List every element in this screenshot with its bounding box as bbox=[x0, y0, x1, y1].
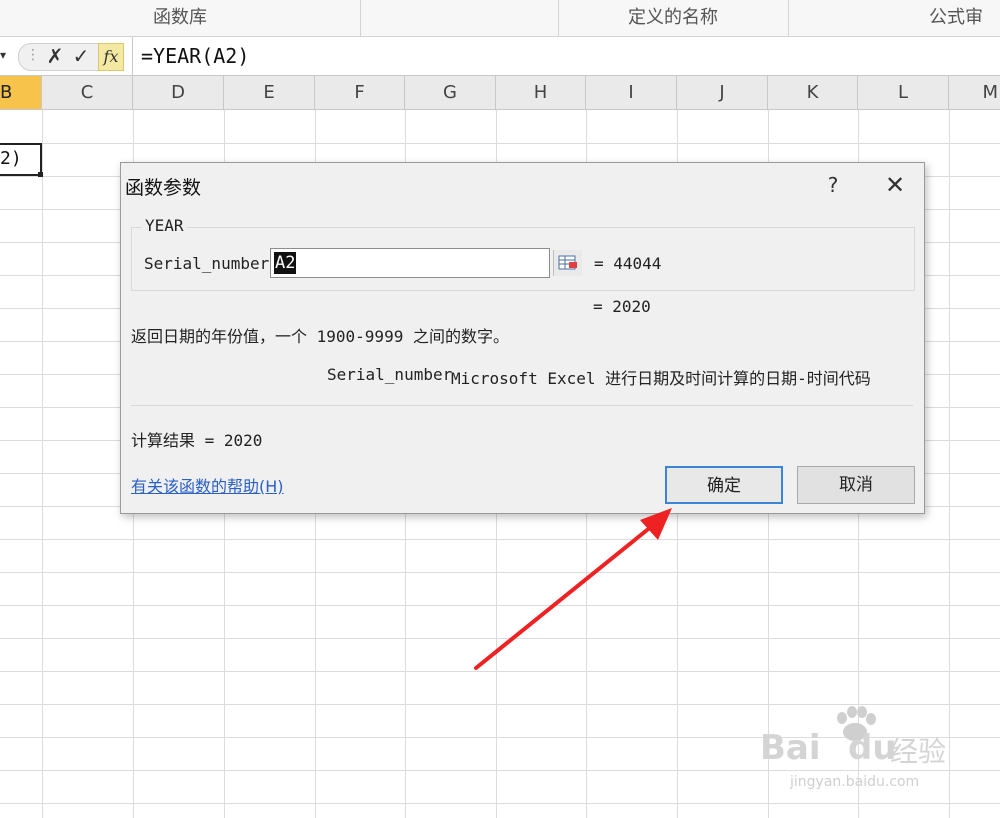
watermark-brand: Bai bbox=[760, 728, 821, 768]
baidu-watermark: Bai du 经验 jingyan.baidu.com bbox=[760, 700, 960, 800]
annotation-arrow-icon bbox=[474, 508, 672, 670]
watermark-url: jingyan.baidu.com bbox=[790, 774, 920, 790]
watermark-product: 经验 bbox=[890, 735, 947, 768]
